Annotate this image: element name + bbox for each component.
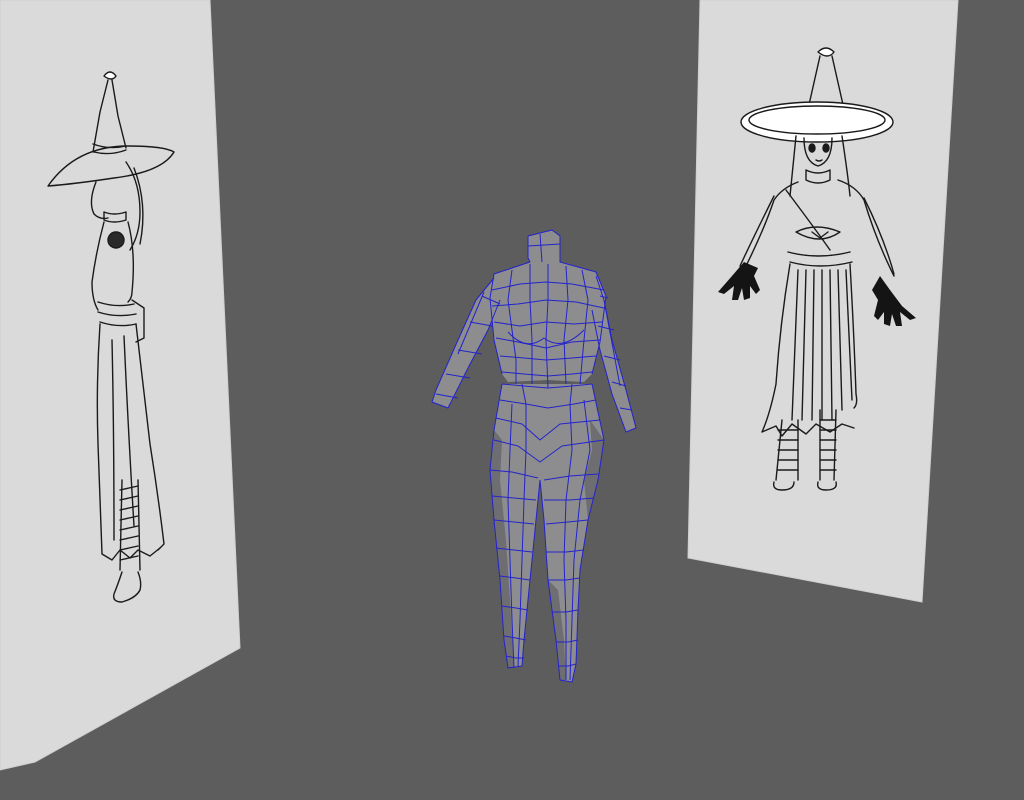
3d-viewport[interactable] [0,0,1024,800]
side-reference-plane[interactable] [0,0,241,771]
base-body-mesh-icon[interactable] [431,229,637,683]
front-reference-plane[interactable] [687,0,959,603]
viewport-canvas[interactable] [0,0,1024,800]
